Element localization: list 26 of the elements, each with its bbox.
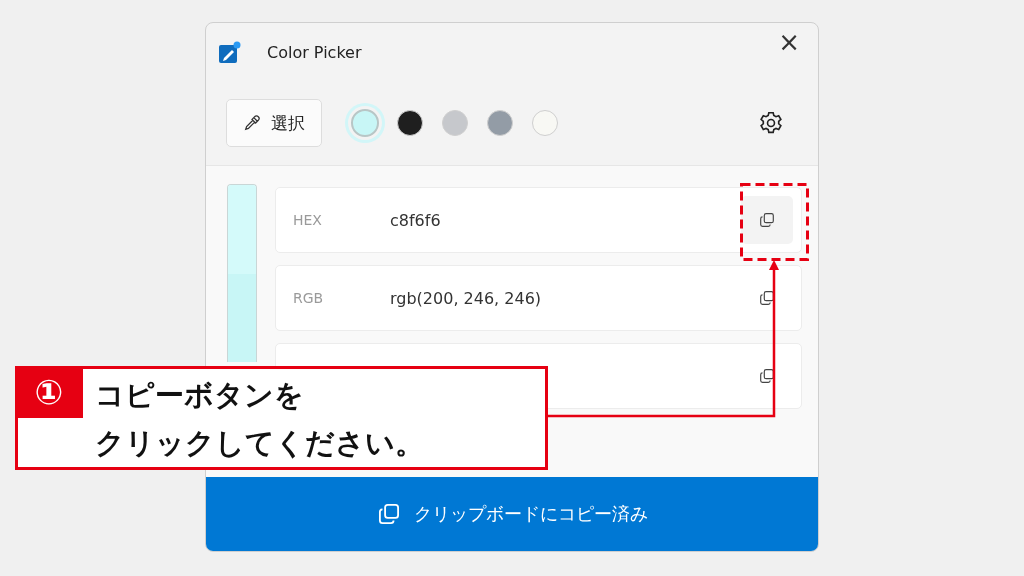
- close-button[interactable]: ×: [772, 27, 806, 57]
- format-value: c8f6f6: [390, 210, 441, 230]
- copy-icon: [758, 289, 776, 307]
- color-swatch[interactable]: [442, 110, 468, 136]
- window-title: Color Picker: [267, 42, 363, 62]
- step-number: ①: [15, 366, 83, 418]
- color-shade[interactable]: [228, 273, 256, 362]
- color-shade[interactable]: [228, 185, 256, 274]
- copy-button[interactable]: [741, 196, 793, 244]
- color-swatch[interactable]: [487, 110, 513, 136]
- copy-icon: [376, 501, 402, 527]
- copy-icon: [758, 367, 776, 385]
- callout-text: クリックしてください。: [95, 425, 424, 462]
- copied-status-button[interactable]: クリップボードにコピー済み: [206, 477, 818, 551]
- color-swatch[interactable]: [397, 110, 423, 136]
- copy-icon: [758, 211, 776, 229]
- color-swatch[interactable]: [532, 110, 558, 136]
- format-value: rgb(200, 246, 246): [390, 288, 542, 308]
- callout-text: コピーボタンを: [95, 377, 304, 414]
- format-label: HEX: [293, 212, 323, 228]
- settings-icon[interactable]: [758, 110, 784, 136]
- format-label: RGB: [293, 290, 325, 306]
- eyedropper-icon: [243, 114, 261, 132]
- color-swatch[interactable]: [351, 109, 379, 137]
- app-icon: [219, 41, 241, 63]
- pick-button[interactable]: 選択: [226, 99, 322, 147]
